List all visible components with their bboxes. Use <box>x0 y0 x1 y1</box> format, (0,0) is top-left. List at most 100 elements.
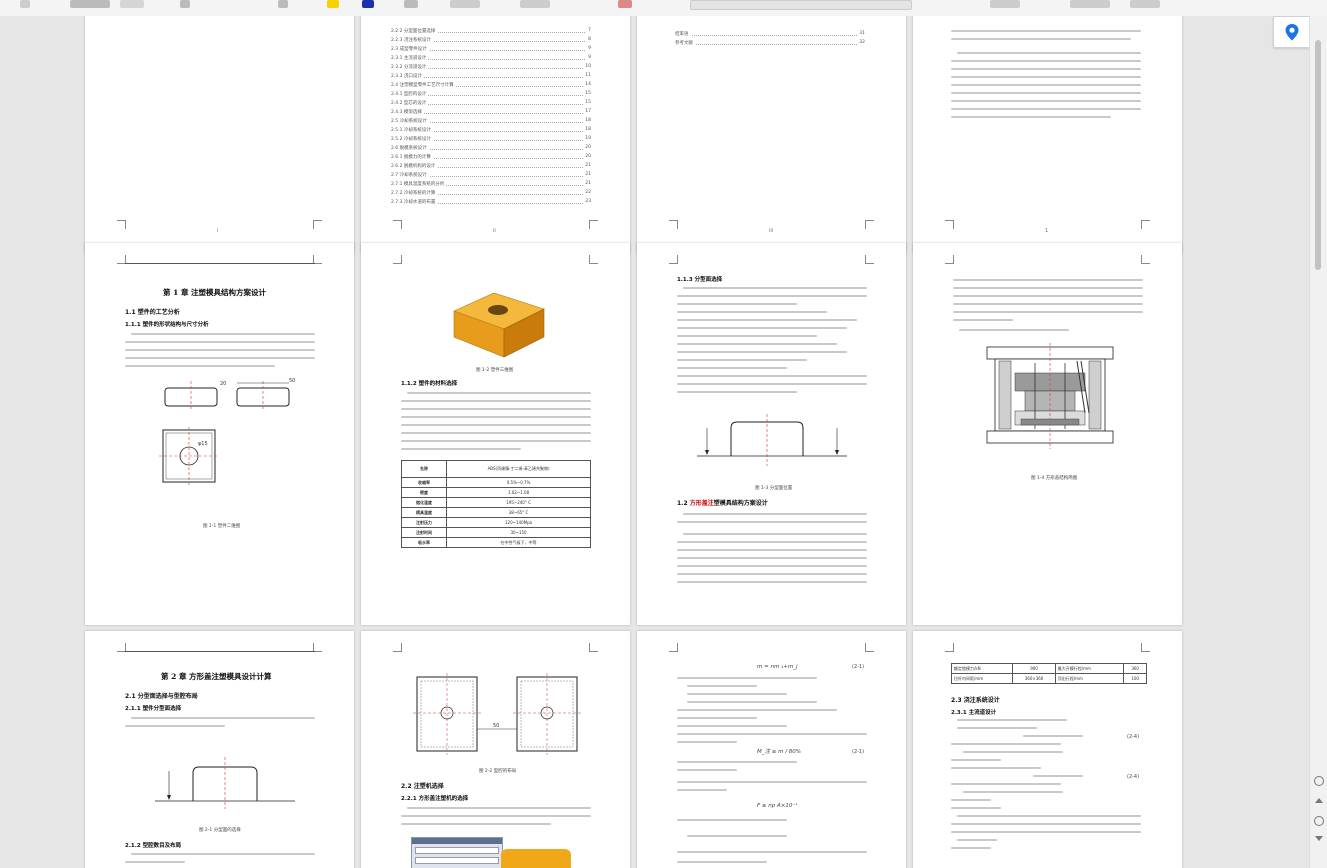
subsection-heading: 1.1.3 分型面选择 <box>677 277 723 283</box>
crop-mark <box>669 220 678 229</box>
crop-mark <box>945 643 954 652</box>
crop-mark <box>865 255 874 264</box>
crop-mark <box>945 220 954 229</box>
document-page[interactable]: m = nm ₁+m_j (2-1) M_注 ≥ m / 80% (2-1) F… <box>637 631 906 868</box>
page-up-icon[interactable] <box>1315 798 1323 803</box>
toolbar-button[interactable] <box>990 0 1020 8</box>
scrollbar-thumb[interactable] <box>1315 40 1321 270</box>
document-page[interactable]: 结束语 31 参考文献 32 iii <box>637 16 906 253</box>
document-page[interactable]: 2.2.2 分型面位置选择 7 2.2.3 浇注系统设计 8 2.3 成型零件设计 9… <box>361 16 630 253</box>
scroll-option-icon[interactable] <box>1314 776 1324 786</box>
toolbar-button[interactable] <box>618 0 632 8</box>
subsection-heading: 2.2.1 方形盖注塑机的选择 <box>401 796 469 802</box>
toc-entry[interactable]: 2.3.1 主流道设计 9 <box>391 55 591 63</box>
section-heading: 1.1 塑件的工艺分析 <box>125 309 180 316</box>
toc-entry[interactable]: 2.5.2 冷却系统设计 19 <box>391 136 591 144</box>
toc-entry[interactable]: 2.4.1 型腔的设计 15 <box>391 91 591 99</box>
toolbar-button[interactable] <box>278 0 288 8</box>
toc-entry[interactable]: 2.2.3 浇注系统设计 8 <box>391 37 591 45</box>
document-page[interactable]: 1 <box>913 16 1182 253</box>
toc-entry[interactable]: 2.3.2 分流道设计 10 <box>391 64 591 72</box>
toc-entry[interactable]: 参考文献 32 <box>675 40 865 48</box>
page-down-icon[interactable] <box>1315 836 1323 841</box>
software-screenshot <box>411 837 503 868</box>
toc-entry[interactable]: 结束语 31 <box>675 31 865 39</box>
toc-entry[interactable]: 2.5 冷却系统设计 18 <box>391 118 591 126</box>
cavity-layout-diagram: 50 <box>413 673 581 755</box>
toc-entry[interactable]: 2.3.3 浇口设计 11 <box>391 73 591 81</box>
font-color-button[interactable] <box>362 0 374 8</box>
crop-mark <box>313 220 322 229</box>
document-page[interactable]: 50 图 2-2 型腔的布局 2.2 注塑机选择 2.2.1 方形盖注塑机的选择 <box>361 631 630 868</box>
toolbar-button[interactable] <box>1070 0 1110 8</box>
table-row: 密度 1.02~1.08 <box>400 487 591 498</box>
toc-entry[interactable]: 2.7.3 冷却水道的布置 23 <box>391 199 591 207</box>
crop-mark <box>393 220 402 229</box>
toc-entry[interactable]: 2.7.1 模具温度系统的分析 21 <box>391 181 591 189</box>
figure-caption: 图 1-3 分型面位置 <box>755 486 793 491</box>
crop-mark <box>945 255 954 264</box>
browse-object-icon[interactable] <box>1314 816 1324 826</box>
equation-number: (2-4) <box>1127 774 1140 780</box>
subsection-heading: 1.1.2 塑件的材料选择 <box>401 381 458 387</box>
crop-mark <box>589 255 598 264</box>
toc-entry[interactable]: 2.3 成型零件设计 9 <box>391 46 591 54</box>
toc-entry[interactable]: 2.4.2 型芯的设计 15 <box>391 100 591 108</box>
toc-entry[interactable]: 2.7 冷却系统设计 21 <box>391 172 591 180</box>
location-pin-icon <box>1285 24 1299 41</box>
document-page[interactable]: 图 1-4 方形盖结构简图 <box>913 243 1182 625</box>
section-heading: 2.1 分型面选择与型腔布局 <box>125 693 198 700</box>
subsection-heading: 2.1.2 型腔数目及布局 <box>125 843 182 849</box>
page-number: i <box>217 228 219 234</box>
dimension-label: 20 <box>220 381 226 387</box>
toc-entry[interactable]: 2.6 脱模系统设计 20 <box>391 145 591 153</box>
document-page[interactable]: i <box>85 16 354 253</box>
toolbar-button[interactable] <box>180 0 190 8</box>
toc-entry[interactable]: 2.6.2 脱模机构的设计 21 <box>391 163 591 171</box>
document-page[interactable]: 第 2 章 方形盖注塑模具设计计算 2.1 分型面选择与型腔布局 2.1.1 塑… <box>85 631 354 868</box>
page-number: 1 <box>1045 228 1049 234</box>
mold-assembly-drawing <box>986 343 1114 449</box>
highlight-color-button[interactable] <box>327 0 339 8</box>
subsection-heading: 2.3.1 主流道设计 <box>951 710 997 716</box>
toolbar-button[interactable] <box>1130 0 1160 8</box>
header-rule <box>125 651 315 652</box>
figure-caption: 图 1-2 塑件三维图 <box>476 368 514 373</box>
document-canvas[interactable]: i 2.2.2 分型面位置选择 7 2.2.3 浇注系统设计 8 2.3 成型零件设… <box>0 16 1310 868</box>
table-header-row: 名称 ABS(丙烯腈-丁二烯-苯乙烯共聚物) <box>400 460 591 478</box>
toolbar-button[interactable] <box>520 0 550 8</box>
table-row: 熔化温度 195~240° C <box>400 497 591 508</box>
vertical-scrollbar[interactable] <box>1309 16 1327 868</box>
table-row: 模具温度 38~65° C <box>400 507 591 518</box>
toolbar-button[interactable] <box>70 0 110 8</box>
document-page[interactable]: 图 1-2 塑件三维图 1.1.2 塑件的材料选择 名称 ABS(丙烯腈-丁二烯-… <box>361 243 630 625</box>
document-page[interactable]: 第 1 章 注塑模具结构方案设计 1.1 塑件的工艺分析 1.1.1 塑件的形状… <box>85 243 354 625</box>
style-gallery[interactable] <box>690 0 912 10</box>
toc-entry[interactable]: 2.7.2 冷却系统的计算 22 <box>391 190 591 198</box>
figure-caption: 图 1-1 塑件二维图 <box>203 524 241 529</box>
subsection-heading: 2.1.1 塑件分型面选择 <box>125 706 182 712</box>
toc-entry[interactable]: 2.2.2 分型面位置选择 7 <box>391 28 591 36</box>
toc-entry[interactable]: 2.4 注塑模型零件工艺尺寸计算 14 <box>391 82 591 90</box>
formula: M_注 ≥ m / 80% <box>757 749 802 755</box>
dimension-label: 50 <box>493 723 499 729</box>
equation-number: (2-1) <box>852 749 865 755</box>
crop-mark <box>865 643 874 652</box>
toc-entry[interactable]: 2.4.3 模架选择 17 <box>391 109 591 117</box>
page-number: iii <box>769 228 774 234</box>
document-page[interactable]: 1.1.3 分型面选择 图 1-3 分型面位置 1.2 方形盖注塑模具结构方案设… <box>637 243 906 625</box>
toolbar-button[interactable] <box>404 0 418 8</box>
toc-entry[interactable]: 2.6.1 脱模力的计算 20 <box>391 154 591 162</box>
document-page[interactable]: 额定锁模力/kN 900 最大开模行程/mm 360 拉杆内间距/mm 360×360 顶… <box>913 631 1182 868</box>
toolbar-button[interactable] <box>20 0 30 8</box>
page-number: ii <box>493 228 496 234</box>
crop-mark <box>669 643 678 652</box>
toolbar-button[interactable] <box>450 0 480 8</box>
toc-entry[interactable]: 2.5.1 冷却系统设计 18 <box>391 127 591 135</box>
location-button[interactable] <box>1273 16 1311 48</box>
formula: m = nm ₁+m_j <box>757 664 798 670</box>
toolbar-button[interactable] <box>120 0 144 8</box>
part-2d-drawing: 20 50 φ15 <box>159 378 295 486</box>
parting-surface-diagram <box>155 757 295 809</box>
table-row: 额定锁模力/kN 900 最大开模行程/mm 360 <box>950 663 1147 674</box>
